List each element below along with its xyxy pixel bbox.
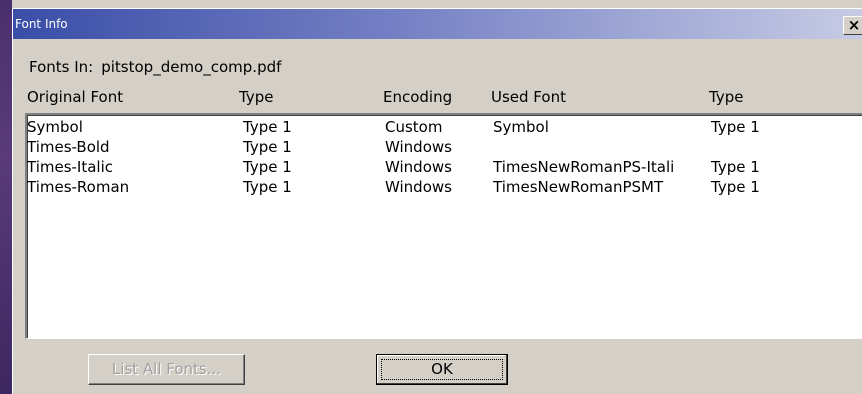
type-cell: Type 1 [243, 158, 292, 176]
encoding-cell: Custom [385, 118, 443, 136]
window-title: Font Info [15, 17, 68, 31]
font-row[interactable]: Times-Roman Type 1 Windows TimesNewRoman… [27, 178, 862, 198]
close-icon: × [847, 16, 861, 34]
column-header-encoding: Encoding [383, 88, 453, 106]
used-type-cell: Type 1 [711, 178, 760, 196]
encoding-cell: Windows [385, 178, 452, 196]
used-font-cell: Symbol [493, 118, 549, 136]
title-bar[interactable]: Font Info × [13, 9, 862, 39]
encoding-cell: Windows [385, 158, 452, 176]
fonts-in-line: Fonts In: pitstop_demo_comp.pdf [29, 58, 281, 76]
original-font-cell: Symbol [27, 118, 83, 136]
column-header-used-type: Type [709, 88, 744, 106]
font-info-dialog: Font Info × Fonts In: pitstop_demo_comp.p… [12, 8, 862, 394]
original-font-cell: Times-Roman [27, 178, 130, 196]
font-list[interactable]: Symbol Type 1 Custom Symbol Type 1 Times… [25, 113, 862, 339]
encoding-cell: Windows [385, 138, 452, 156]
fonts-in-filename: pitstop_demo_comp.pdf [101, 58, 282, 76]
ok-label: OK [431, 360, 453, 378]
desktop-background [0, 0, 12, 394]
type-cell: Type 1 [243, 138, 292, 156]
column-header-type: Type [239, 88, 274, 106]
used-font-cell: TimesNewRomanPS-Itali [493, 158, 675, 176]
font-row[interactable]: Times-Italic Type 1 Windows TimesNewRoma… [27, 158, 862, 178]
type-cell: Type 1 [243, 178, 292, 196]
close-button[interactable]: × [843, 16, 862, 35]
used-type-cell: Type 1 [711, 118, 760, 136]
column-header-original-font: Original Font [27, 88, 124, 106]
font-row[interactable]: Symbol Type 1 Custom Symbol Type 1 [27, 118, 862, 138]
type-cell: Type 1 [243, 118, 292, 136]
fonts-in-label: Fonts In: [29, 58, 94, 76]
original-font-cell: Times-Italic [27, 158, 114, 176]
list-all-fonts-label: List All Fonts... [111, 360, 222, 378]
original-font-cell: Times-Bold [27, 138, 110, 156]
used-font-cell: TimesNewRomanPSMT [493, 178, 664, 196]
list-all-fonts-button[interactable]: List All Fonts... [88, 354, 245, 385]
used-type-cell: Type 1 [711, 158, 760, 176]
column-header-used-font: Used Font [491, 88, 566, 106]
ok-button[interactable]: OK [376, 354, 508, 385]
font-row[interactable]: Times-Bold Type 1 Windows [27, 138, 862, 158]
